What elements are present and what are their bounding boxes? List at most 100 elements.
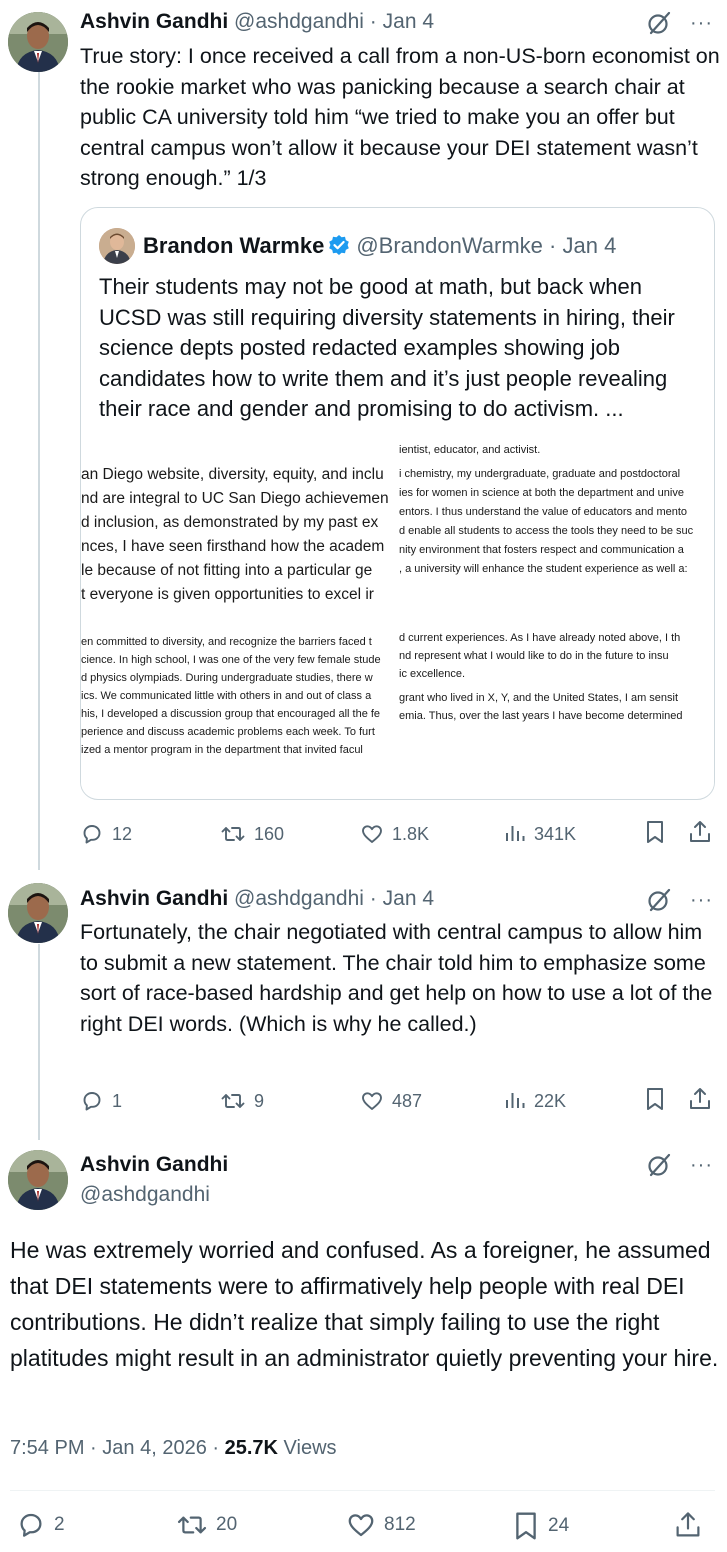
quoted-image[interactable]: an Diego website, diversity, equity, and…	[81, 436, 714, 796]
image-text-line: t everyone is given opportunities to exc…	[81, 586, 374, 603]
image-text-line: d inclusion, as demonstrated by my past …	[81, 514, 379, 531]
share-button[interactable]	[688, 819, 712, 845]
author-name[interactable]: Ashvin Gandhi	[80, 887, 228, 910]
image-text-line: d enable all students to access the tool…	[399, 525, 694, 537]
bookmark-button[interactable]	[644, 1086, 666, 1112]
grok-icon[interactable]	[646, 887, 672, 913]
like-button[interactable]: 812	[346, 1510, 416, 1540]
tweet-text: He was extremely worried and confused. A…	[10, 1237, 719, 1371]
tweet-date[interactable]: Jan 4	[383, 887, 434, 910]
image-text-line: entors. I thus understand the value of e…	[399, 506, 688, 518]
quoted-handle[interactable]: @BrandonWarmke	[356, 233, 543, 258]
tweet-tools: ···	[646, 10, 713, 36]
image-text-line: ies for women in science at both the dep…	[399, 487, 684, 499]
quoted-author-name[interactable]: Brandon Warmke	[143, 233, 324, 258]
tweet-time[interactable]: 7:54 PM	[10, 1437, 84, 1459]
views-label: Views	[283, 1437, 337, 1459]
bookmark-icon	[644, 819, 666, 845]
more-icon[interactable]: ···	[690, 1155, 713, 1175]
bookmark-icon	[512, 1510, 540, 1542]
image-text-line: ic excellence.	[399, 668, 466, 680]
more-icon[interactable]: ···	[690, 890, 713, 910]
repost-count: 20	[216, 1514, 238, 1535]
share-icon	[688, 1086, 712, 1112]
image-text-line: ientist, educator, and activist.	[399, 444, 541, 456]
bookmark-button[interactable]: 24	[512, 1510, 569, 1542]
repost-button[interactable]: 160	[220, 819, 284, 849]
quoted-text: Their students may not be good at math, …	[99, 274, 675, 421]
author-handle[interactable]: @ashdgandhi	[80, 1183, 210, 1206]
like-count: 1.8K	[392, 824, 430, 844]
quoted-tweet[interactable]: Brandon Warmke @BrandonWarmke · Jan 4 The…	[80, 207, 715, 800]
tweet-tools: ···	[646, 887, 713, 913]
bookmark-icon	[644, 1086, 666, 1112]
share-icon	[688, 819, 712, 845]
grok-icon[interactable]	[646, 10, 672, 36]
more-icon[interactable]: ···	[690, 13, 713, 33]
like-icon	[360, 1089, 384, 1113]
separator: ·	[90, 1437, 97, 1459]
image-text-line: perience and discuss academic problems e…	[81, 726, 375, 738]
reply-icon	[80, 822, 104, 846]
like-button[interactable]: 1.8K	[360, 819, 429, 849]
share-button[interactable]	[688, 1086, 712, 1112]
views-count: 341K	[534, 824, 577, 844]
grok-icon[interactable]	[646, 1152, 672, 1178]
quoted-avatar[interactable]	[99, 228, 135, 264]
avatar[interactable]	[8, 1150, 68, 1210]
thread-line-1	[38, 72, 40, 870]
like-button[interactable]: 487	[360, 1086, 422, 1116]
bookmark-button[interactable]	[644, 819, 666, 845]
reply-button[interactable]: 2	[16, 1510, 65, 1540]
image-text-line: nd represent what I would like to do in …	[399, 650, 669, 662]
repost-button[interactable]: 20	[176, 1510, 237, 1540]
image-text-line: d physics olympiads. During undergraduat…	[81, 672, 373, 684]
repost-button[interactable]: 9	[220, 1086, 264, 1116]
focus-name: Ashvin Gandhi	[80, 1152, 228, 1178]
like-count: 812	[384, 1514, 416, 1535]
image-text-line: nd are integral to UC San Diego achievem…	[81, 490, 389, 507]
image-text-line: cience. In high school, I was one of the…	[81, 654, 381, 666]
views-count[interactable]: 25.7K	[225, 1437, 278, 1459]
views-button[interactable]: 341K	[504, 819, 576, 849]
tweet-meta: 7:54 PM · Jan 4, 2026 · 25.7K Views	[10, 1437, 337, 1460]
avatar[interactable]	[8, 883, 68, 943]
avatar[interactable]	[8, 12, 68, 72]
tweet-date[interactable]: Jan 4, 2026	[102, 1437, 207, 1459]
reply-count: 12	[112, 824, 133, 844]
like-icon	[346, 1510, 376, 1540]
tweet-date[interactable]: Jan 4	[383, 10, 434, 33]
quoted-date[interactable]: Jan 4	[563, 233, 617, 258]
tweet-tools: ···	[646, 1152, 713, 1178]
image-text-line: le because of not fitting into a particu…	[81, 562, 373, 579]
author-name[interactable]: Ashvin Gandhi	[80, 1153, 228, 1176]
views-button[interactable]: 22K	[504, 1086, 566, 1116]
repost-icon	[176, 1510, 208, 1540]
separator: ·	[369, 10, 377, 33]
image-text-line: nity environment that fosters respect an…	[399, 544, 684, 556]
author-name[interactable]: Ashvin Gandhi	[80, 10, 228, 33]
quoted-header: Brandon Warmke @BrandonWarmke · Jan 4	[143, 232, 616, 263]
like-count: 487	[392, 1091, 423, 1111]
like-icon	[360, 822, 384, 846]
tweet-header: Ashvin Gandhi @ashdgandhi · Jan 4	[80, 886, 434, 912]
author-handle[interactable]: @ashdgandhi	[234, 10, 364, 33]
repost-icon	[220, 822, 246, 846]
reply-count: 2	[54, 1514, 65, 1535]
verified-badge-icon	[328, 234, 350, 263]
share-button[interactable]	[674, 1510, 702, 1540]
tweet-text: True story: I once received a call from …	[80, 44, 720, 190]
image-text-line: his, I developed a discussion group that…	[81, 708, 381, 720]
image-text-line: emia. Thus, over the last years I have b…	[399, 710, 683, 722]
tweet-text: Fortunately, the chair negotiated with c…	[80, 920, 713, 1036]
author-handle[interactable]: @ashdgandhi	[234, 887, 364, 910]
reply-icon	[80, 1089, 104, 1113]
image-text-line: nces, I have seen firsthand how the acad…	[81, 538, 385, 555]
reply-button[interactable]: 1	[80, 1086, 122, 1116]
share-icon	[674, 1510, 702, 1540]
separator: ·	[369, 887, 377, 910]
tweet-header: Ashvin Gandhi @ashdgandhi · Jan 4	[80, 9, 434, 35]
thread-line-2	[38, 944, 40, 1140]
reply-button[interactable]: 12	[80, 819, 132, 849]
image-text-line: i chemistry, my undergraduate, graduate …	[399, 468, 681, 480]
